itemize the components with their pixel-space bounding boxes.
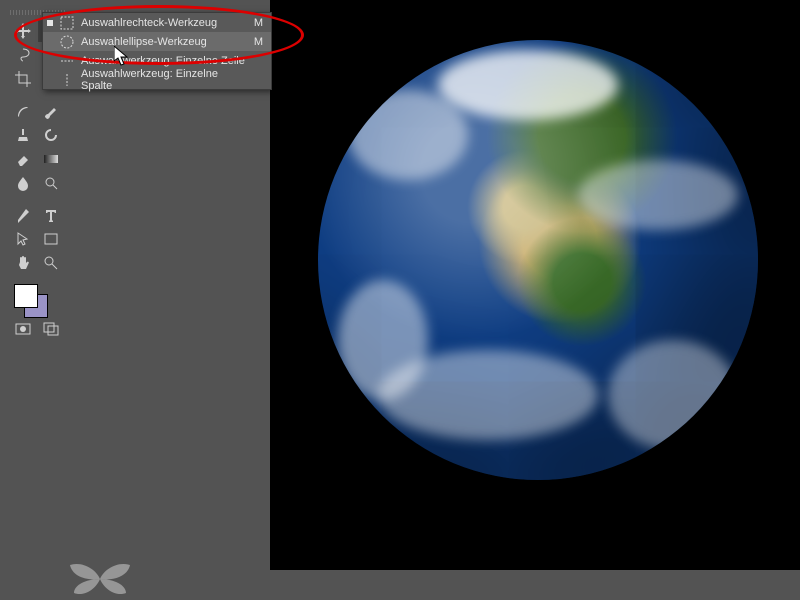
flyout-item-label: Auswahlellipse-Werkzeug: [81, 36, 242, 48]
flyout-item-label: Auswahlwerkzeug: Einzelne Spalte: [81, 68, 251, 92]
shape-tool-icon[interactable]: [38, 228, 64, 250]
flyout-item-label: Auswahlrechteck-Werkzeug: [81, 17, 242, 29]
earth-image: [318, 40, 758, 480]
flyout-item-shortcut: M: [254, 17, 263, 29]
flyout-item-shortcut: M: [254, 36, 263, 48]
brush-tool-icon[interactable]: [38, 100, 64, 122]
rect-marquee-icon: [59, 15, 75, 31]
ellipse-marquee-icon: [59, 34, 75, 50]
healing-brush-tool-icon[interactable]: [10, 100, 36, 122]
path-select-tool-icon[interactable]: [10, 228, 36, 250]
hand-tool-icon[interactable]: [10, 252, 36, 274]
flyout-item-label: Auswahlwerkzeug: Einzelne Zeile: [81, 55, 251, 67]
eraser-tool-icon[interactable]: [10, 148, 36, 170]
lasso-tool-icon[interactable]: [10, 44, 36, 66]
blur-tool-icon[interactable]: [10, 172, 36, 194]
watermark-butterfly-icon: [65, 561, 135, 597]
history-brush-tool-icon[interactable]: [38, 124, 64, 146]
clone-stamp-tool-icon[interactable]: [10, 124, 36, 146]
type-tool-icon[interactable]: [38, 204, 64, 226]
flyout-item-rect-marquee[interactable]: Auswahlrechteck-Werkzeug M: [43, 13, 271, 32]
gradient-tool-icon[interactable]: [38, 148, 64, 170]
quickmask-icon[interactable]: [10, 318, 36, 340]
pen-tool-icon[interactable]: [10, 204, 36, 226]
flyout-item-ellipse-marquee[interactable]: Auswahlellipse-Werkzeug M: [43, 32, 271, 51]
foreground-swatch[interactable]: [14, 284, 38, 308]
crop-tool-icon[interactable]: [10, 68, 36, 90]
flyout-item-single-column[interactable]: Auswahlwerkzeug: Einzelne Spalte: [43, 70, 271, 89]
dodge-tool-icon[interactable]: [38, 172, 64, 194]
screenmode-icon[interactable]: [38, 318, 64, 340]
zoom-tool-icon[interactable]: [38, 252, 64, 274]
document-canvas[interactable]: [270, 0, 800, 570]
marquee-flyout-menu: Auswahlrechteck-Werkzeug M Auswahlellips…: [42, 12, 272, 90]
color-swatches[interactable]: [10, 280, 54, 310]
move-tool-icon[interactable]: [10, 20, 36, 42]
single-row-marquee-icon: [59, 53, 75, 69]
current-dot-icon: [47, 20, 53, 26]
single-column-marquee-icon: [59, 72, 75, 88]
